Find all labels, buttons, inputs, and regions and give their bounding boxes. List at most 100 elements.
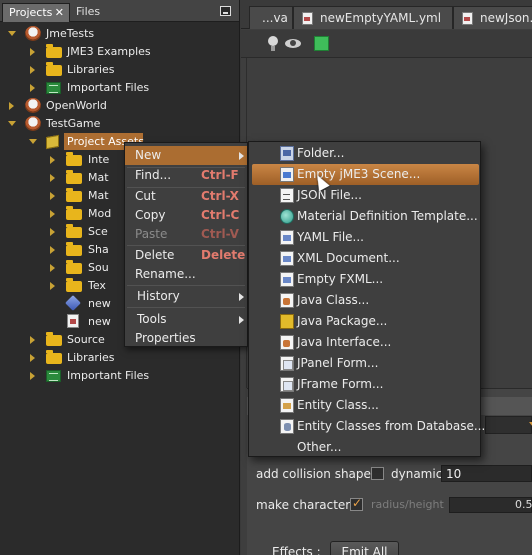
expand-icon[interactable]: [8, 31, 16, 36]
light-bulb-icon[interactable]: [265, 36, 281, 52]
submenu-item-java-class[interactable]: Java Class...: [249, 290, 480, 311]
yaml-file-icon: [302, 12, 313, 25]
yaml-file-icon: [67, 314, 79, 328]
folder-icon: [46, 332, 62, 346]
tree-item-scene-file[interactable]: new: [0, 295, 124, 313]
tree-item-folder[interactable]: Sha: [0, 241, 124, 259]
folder-icon: [66, 152, 82, 166]
submenu-item-java-package[interactable]: Java Package...: [249, 311, 480, 332]
tree-item-folder[interactable]: Mod: [0, 205, 124, 223]
menu-item-shortcut: Ctrl-C: [201, 208, 240, 222]
editor-tab-yaml[interactable]: newEmptyYAML.yml: [293, 6, 453, 29]
submenu-item-label: Entity Classes from Database...: [297, 419, 486, 433]
green-cube-icon[interactable]: [314, 36, 329, 51]
submenu-item-other[interactable]: Other...: [249, 437, 480, 458]
tree-item-folder[interactable]: Tex: [0, 277, 124, 295]
add-collision-checkbox[interactable]: [371, 467, 384, 480]
tree-item-yaml-file[interactable]: new: [0, 313, 124, 331]
expand-icon[interactable]: [30, 354, 35, 362]
folder-icon: [46, 350, 62, 364]
dropdown[interactable]: [485, 416, 532, 434]
expand-icon[interactable]: [29, 139, 37, 144]
menu-item-rename[interactable]: Rename...: [125, 265, 247, 284]
tree-item-important-files[interactable]: Important Files: [0, 79, 240, 97]
tree-item-folder[interactable]: Sou: [0, 259, 124, 277]
emit-all-button[interactable]: Emit All: [330, 541, 399, 555]
make-character-label: make character: [256, 498, 351, 512]
submenu-item-yaml-file[interactable]: YAML File...: [249, 227, 480, 248]
minimize-window-icon[interactable]: [220, 6, 231, 16]
submenu-item-xml-document[interactable]: XML Document...: [249, 248, 480, 269]
dynamic-field[interactable]: [441, 465, 532, 482]
submenu-item-empty-jme3-scene[interactable]: Empty jME3 Scene...: [252, 164, 479, 185]
tree-item-folder[interactable]: Inte: [0, 151, 124, 169]
context-menu: New Find... Ctrl-F Cut Ctrl-X Copy Ctrl-…: [124, 142, 248, 347]
submenu-item-empty-fxml[interactable]: Empty FXML...: [249, 269, 480, 290]
menu-item-find[interactable]: Find... Ctrl-F: [125, 166, 247, 185]
coffee-icon: [25, 116, 41, 131]
tree-label: Mod: [88, 207, 112, 220]
menu-item-copy[interactable]: Copy Ctrl-C: [125, 206, 247, 225]
expand-icon[interactable]: [50, 228, 55, 236]
submenu-item-java-interface[interactable]: Java Interface...: [249, 332, 480, 353]
submenu-item-entity-classes-from-database[interactable]: Entity Classes from Database...: [249, 416, 485, 437]
tab-files[interactable]: Files: [70, 3, 130, 22]
menu-item-shortcut: Ctrl-F: [201, 168, 239, 182]
expand-icon[interactable]: [50, 282, 55, 290]
menu-separator: [127, 307, 245, 308]
tree-label: Mat: [88, 171, 109, 184]
tree-item-jmetests[interactable]: JmeTests: [0, 25, 240, 43]
submenu-item-label: Java Interface...: [297, 335, 392, 349]
tree-item-folder[interactable]: Mat: [0, 169, 124, 187]
editor-tab[interactable]: ...va: [249, 6, 293, 29]
menu-item-history[interactable]: History: [125, 287, 247, 306]
expand-icon[interactable]: [50, 192, 55, 200]
submenu-item-folder[interactable]: Folder...: [249, 143, 480, 164]
expand-icon[interactable]: [30, 372, 35, 380]
tree-item-important-files[interactable]: Important Files: [0, 367, 240, 385]
tree-label: Source: [67, 333, 105, 346]
expand-icon[interactable]: [8, 121, 16, 126]
submenu-item-json-file[interactable]: JSON File...: [249, 185, 480, 206]
tree-item-libraries[interactable]: Libraries: [0, 349, 240, 367]
menu-item-delete[interactable]: Delete Delete: [125, 246, 247, 265]
expand-icon[interactable]: [50, 156, 55, 164]
tree-item-openworld[interactable]: OpenWorld: [0, 97, 240, 115]
expand-icon[interactable]: [30, 336, 35, 344]
coffee-icon: [25, 98, 41, 113]
expand-icon[interactable]: [50, 174, 55, 182]
close-icon[interactable]: ✕: [55, 4, 64, 22]
expand-icon[interactable]: [50, 210, 55, 218]
tree-item-libraries[interactable]: Libraries: [0, 61, 240, 79]
submenu-item-material-definition[interactable]: Material Definition Template...: [249, 206, 480, 227]
tree-item-source[interactable]: Source: [0, 331, 124, 349]
tree-item-folder[interactable]: Mat: [0, 187, 124, 205]
eye-icon[interactable]: [285, 36, 301, 52]
tab-projects[interactable]: Projects ✕: [2, 3, 70, 22]
submenu-item-entity-class[interactable]: Entity Class...: [249, 395, 480, 416]
menu-item-label: Properties: [135, 331, 196, 345]
make-character-checkbox[interactable]: [350, 496, 363, 511]
menu-item-label: Cut: [135, 189, 156, 203]
submenu-item-label: Java Class...: [297, 293, 370, 307]
tree-label: Inte: [88, 153, 110, 166]
tree-item-jme3-examples[interactable]: JME3 Examples: [0, 43, 240, 61]
menu-item-shortcut: Ctrl-V: [201, 227, 239, 241]
menu-item-new[interactable]: New: [125, 146, 247, 165]
expand-icon[interactable]: [30, 48, 35, 56]
json-file-icon: [280, 188, 294, 203]
tree-item-testgame[interactable]: TestGame: [0, 115, 240, 133]
expand-icon[interactable]: [30, 84, 35, 92]
menu-item-cut[interactable]: Cut Ctrl-X: [125, 187, 247, 206]
menu-item-properties[interactable]: Properties: [125, 329, 247, 348]
expand-icon[interactable]: [30, 66, 35, 74]
tree-item-folder[interactable]: Sce: [0, 223, 124, 241]
editor-tab-label: ...va: [262, 11, 288, 25]
submenu-item-jpanel-form[interactable]: JPanel Form...: [249, 353, 480, 374]
menu-item-tools[interactable]: Tools: [125, 310, 247, 329]
expand-icon[interactable]: [50, 246, 55, 254]
editor-tab-json[interactable]: newJson.js: [453, 6, 532, 29]
expand-icon[interactable]: [50, 264, 55, 272]
expand-icon[interactable]: [9, 102, 14, 110]
submenu-item-jframe-form[interactable]: JFrame Form...: [249, 374, 480, 395]
